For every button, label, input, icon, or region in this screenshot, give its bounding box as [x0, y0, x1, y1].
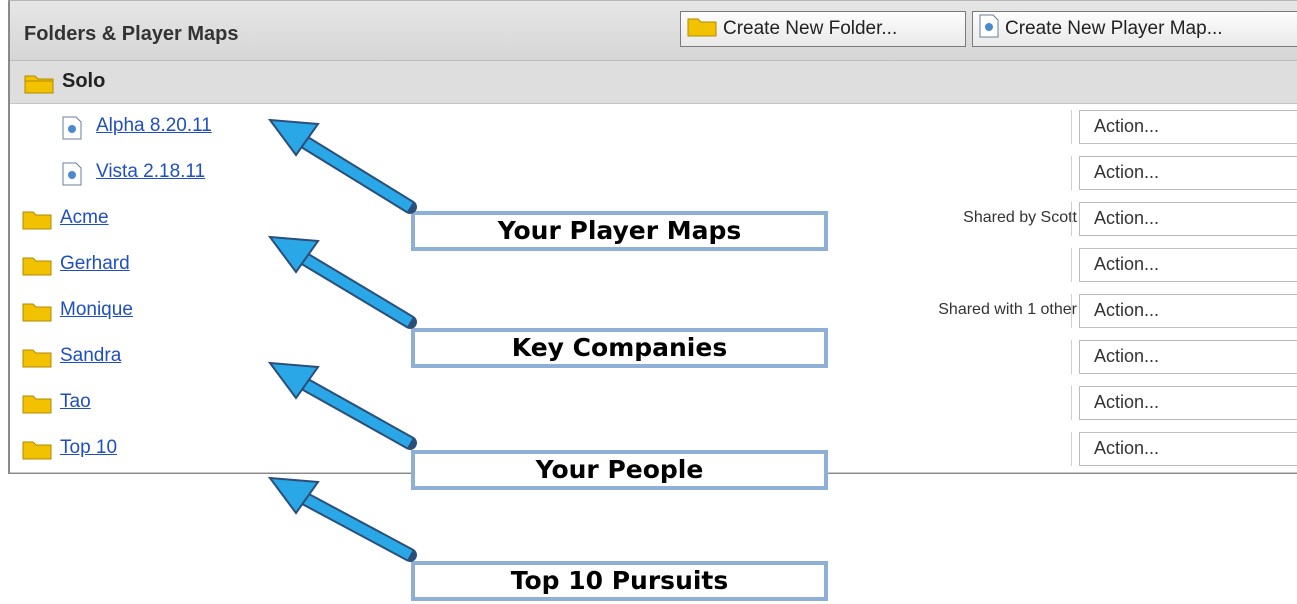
arrow-your-people — [267, 361, 417, 450]
arrow-top-10-pursuits — [267, 476, 417, 562]
arrow-player-maps — [267, 118, 417, 214]
arrows-layer — [267, 118, 417, 562]
arrow-key-companies — [267, 235, 417, 329]
